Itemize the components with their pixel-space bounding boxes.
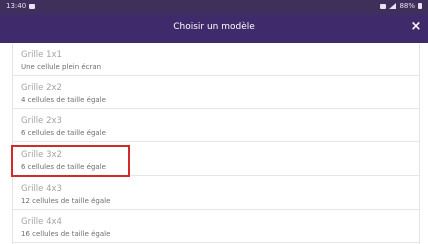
template-description: 12 cellules de taille égale <box>21 197 111 205</box>
battery-percent: 88% <box>399 2 415 10</box>
template-title: Grille 2x3 <box>21 116 62 126</box>
template-title: Grille 2x2 <box>21 83 62 93</box>
image-notification-icon <box>29 3 36 9</box>
template-description: 4 cellules de taille égale <box>21 96 106 104</box>
template-description: 6 cellules de taille égale <box>21 129 106 137</box>
status-time: 13:40 <box>6 2 27 10</box>
status-left: 13:40 <box>6 2 36 10</box>
selection-highlight <box>11 145 130 177</box>
template-description: 16 cellules de taille égale <box>21 230 111 238</box>
template-item-4x3[interactable]: Grille 4x3 12 cellules de taille égale <box>13 178 419 210</box>
template-title: Grille 1x1 <box>21 50 62 60</box>
signal-icon <box>389 3 397 9</box>
template-item-1x1[interactable]: Grille 1x1 Une cellule plein écran <box>13 44 419 76</box>
template-list: Grille 1x1 Une cellule plein écran Grill… <box>12 44 420 244</box>
template-item-2x2[interactable]: Grille 2x2 4 cellules de taille égale <box>13 77 419 109</box>
battery-icon <box>418 3 422 9</box>
dialog-header: Choisir un modèle × <box>0 14 428 43</box>
template-title: Grille 4x3 <box>21 184 62 194</box>
template-title: Grille 4x4 <box>21 217 62 227</box>
status-right: 88% <box>380 2 422 10</box>
mute-icon <box>380 3 387 9</box>
close-icon[interactable]: × <box>409 20 423 34</box>
status-bar: 13:40 88% <box>0 0 428 14</box>
template-description: Une cellule plein écran <box>21 63 102 71</box>
template-item-2x3[interactable]: Grille 2x3 6 cellules de taille égale <box>13 110 419 142</box>
template-item-4x4[interactable]: Grille 4x4 16 cellules de taille égale <box>13 211 419 243</box>
dialog-title: Choisir un modèle <box>173 22 255 32</box>
